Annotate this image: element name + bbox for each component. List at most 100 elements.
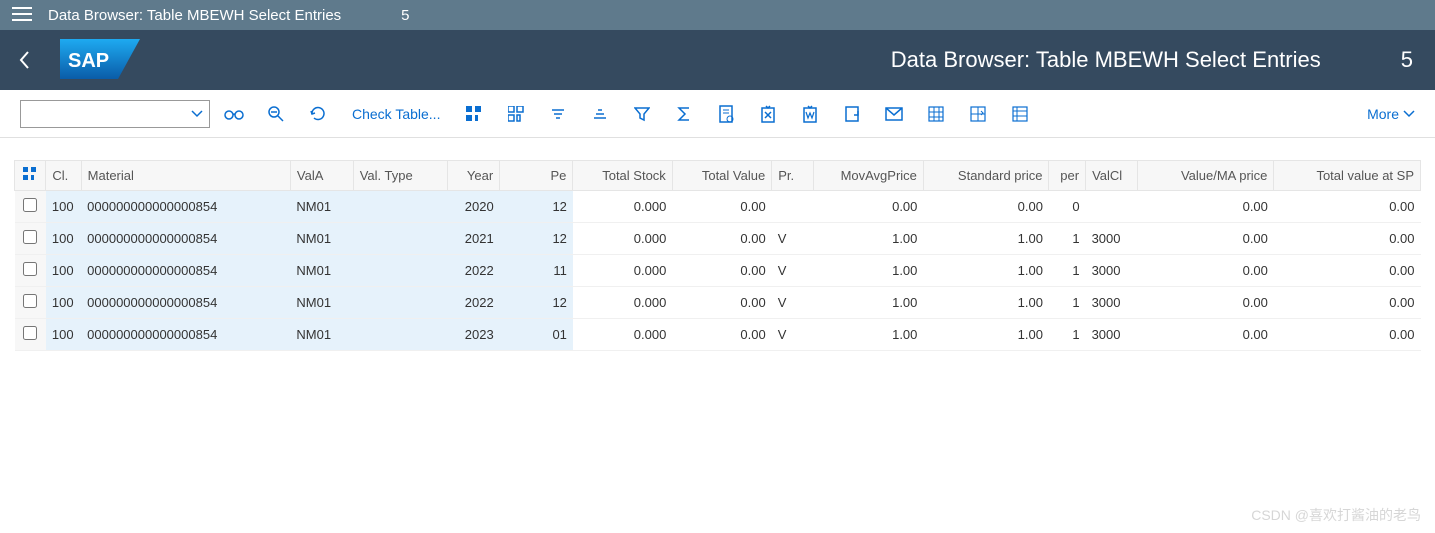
zoom-out-icon[interactable] xyxy=(258,98,294,130)
col-valcl[interactable]: ValCl xyxy=(1086,161,1138,191)
back-button[interactable] xyxy=(0,30,50,90)
grid2-icon[interactable] xyxy=(960,98,996,130)
cell-totalvalue: 0.00 xyxy=(672,255,771,287)
cell-valtype xyxy=(353,319,447,351)
glasses-icon[interactable] xyxy=(216,98,252,130)
row-checkbox-cell xyxy=(15,319,46,351)
row-checkbox[interactable] xyxy=(23,294,37,308)
cell-per: 1 xyxy=(1049,255,1086,287)
col-material[interactable]: Material xyxy=(81,161,290,191)
select-all-header[interactable] xyxy=(15,161,46,191)
table-row[interactable]: 100000000000000000854NM012023010.0000.00… xyxy=(15,319,1421,351)
cell-vmaprice: 0.00 xyxy=(1138,191,1274,223)
cell-material: 000000000000000854 xyxy=(81,319,290,351)
toolbar: Check Table... More xyxy=(0,90,1435,138)
sum-icon[interactable] xyxy=(666,98,702,130)
cell-totalvalue: 0.00 xyxy=(672,319,771,351)
cell-pe: 12 xyxy=(500,191,573,223)
col-year[interactable]: Year xyxy=(447,161,499,191)
table-row[interactable]: 100000000000000000854NM012022120.0000.00… xyxy=(15,287,1421,319)
sort-asc-icon[interactable] xyxy=(540,98,576,130)
grid3-icon[interactable] xyxy=(1002,98,1038,130)
row-checkbox[interactable] xyxy=(23,262,37,276)
cell-totalstock: 0.000 xyxy=(573,191,672,223)
cell-vmaprice: 0.00 xyxy=(1138,255,1274,287)
col-pr[interactable]: Pr. xyxy=(772,161,814,191)
cell-per: 1 xyxy=(1049,223,1086,255)
cell-tvatsp: 0.00 xyxy=(1274,319,1421,351)
table-row[interactable]: 100000000000000000854NM012020120.0000.00… xyxy=(15,191,1421,223)
col-vmaprice[interactable]: Value/MA price xyxy=(1138,161,1274,191)
filter-icon[interactable] xyxy=(624,98,660,130)
export-word-icon[interactable] xyxy=(792,98,828,130)
cell-valcl: 3000 xyxy=(1086,223,1138,255)
cell-vala: NM01 xyxy=(290,319,353,351)
page-title-count: 5 xyxy=(1401,47,1413,73)
cell-pr: V xyxy=(772,287,814,319)
cell-vala: NM01 xyxy=(290,287,353,319)
cell-tvatsp: 0.00 xyxy=(1274,223,1421,255)
col-totalstock[interactable]: Total Stock xyxy=(573,161,672,191)
cell-valcl xyxy=(1086,191,1138,223)
cell-totalvalue: 0.00 xyxy=(672,287,771,319)
cell-material: 000000000000000854 xyxy=(81,287,290,319)
col-totalvalue[interactable]: Total Value xyxy=(672,161,771,191)
col-valtype[interactable]: Val. Type xyxy=(353,161,447,191)
watermark: CSDN @喜欢打酱油的老鸟 xyxy=(1251,505,1421,525)
window-title-count: 5 xyxy=(401,7,409,24)
cell-pe: 11 xyxy=(500,255,573,287)
columns-deselect-icon[interactable] xyxy=(498,98,534,130)
export-file-icon[interactable] xyxy=(834,98,870,130)
menu-icon[interactable] xyxy=(8,2,36,29)
row-checkbox-cell xyxy=(15,255,46,287)
col-movavg[interactable]: MovAvgPrice xyxy=(814,161,924,191)
cell-year: 2020 xyxy=(447,191,499,223)
col-cl[interactable]: Cl. xyxy=(46,161,81,191)
page-title: Data Browser: Table MBEWH Select Entries xyxy=(891,47,1321,73)
detail-icon[interactable] xyxy=(708,98,744,130)
cell-pe: 12 xyxy=(500,223,573,255)
check-table-button[interactable]: Check Table... xyxy=(342,106,450,122)
cell-cl: 100 xyxy=(46,191,81,223)
cell-movavg: 1.00 xyxy=(814,255,924,287)
export-excel-icon[interactable] xyxy=(750,98,786,130)
search-combo[interactable] xyxy=(20,100,210,128)
cell-valtype xyxy=(353,255,447,287)
cell-totalvalue: 0.00 xyxy=(672,191,771,223)
row-checkbox[interactable] xyxy=(23,198,37,212)
row-checkbox-cell xyxy=(15,191,46,223)
cell-cl: 100 xyxy=(46,255,81,287)
more-button[interactable]: More xyxy=(1367,106,1415,122)
col-stdprice[interactable]: Standard price xyxy=(923,161,1049,191)
col-tvatsp[interactable]: Total value at SP xyxy=(1274,161,1421,191)
data-table: Cl. Material ValA Val. Type Year Pe Tota… xyxy=(14,160,1421,351)
cell-year: 2022 xyxy=(447,287,499,319)
svg-text:SAP: SAP xyxy=(68,50,109,72)
col-vala[interactable]: ValA xyxy=(290,161,353,191)
columns-select-icon[interactable] xyxy=(456,98,492,130)
cell-year: 2022 xyxy=(447,255,499,287)
grid1-icon[interactable] xyxy=(918,98,954,130)
table-row[interactable]: 100000000000000000854NM012022110.0000.00… xyxy=(15,255,1421,287)
row-checkbox[interactable] xyxy=(23,326,37,340)
cell-stdprice: 1.00 xyxy=(923,255,1049,287)
sort-desc-icon[interactable] xyxy=(582,98,618,130)
cell-tvatsp: 0.00 xyxy=(1274,287,1421,319)
col-pe[interactable]: Pe xyxy=(500,161,573,191)
cell-movavg: 1.00 xyxy=(814,319,924,351)
cell-stdprice: 0.00 xyxy=(923,191,1049,223)
refresh-icon[interactable] xyxy=(300,98,336,130)
row-checkbox-cell xyxy=(15,223,46,255)
cell-cl: 100 xyxy=(46,287,81,319)
cell-valtype xyxy=(353,191,447,223)
table-row[interactable]: 100000000000000000854NM012021120.0000.00… xyxy=(15,223,1421,255)
row-checkbox[interactable] xyxy=(23,230,37,244)
cell-year: 2021 xyxy=(447,223,499,255)
cell-pe: 12 xyxy=(500,287,573,319)
cell-valcl: 3000 xyxy=(1086,287,1138,319)
table-header-row: Cl. Material ValA Val. Type Year Pe Tota… xyxy=(15,161,1421,191)
cell-valcl: 3000 xyxy=(1086,255,1138,287)
col-per[interactable]: per xyxy=(1049,161,1086,191)
sap-logo: SAP xyxy=(60,39,140,82)
mail-icon[interactable] xyxy=(876,98,912,130)
